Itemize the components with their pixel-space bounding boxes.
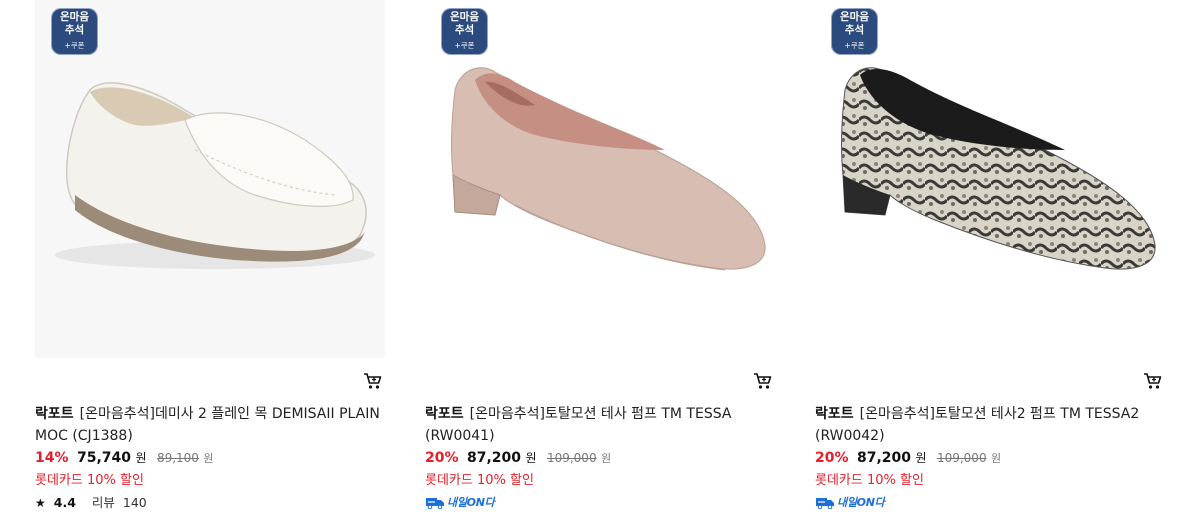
card-promo: 롯데카드 10% 할인 [425,473,534,488]
currency: 원 [525,451,537,465]
tomorrow-delivery-badge: 내일ON다 [815,494,885,510]
review-count: 140 [122,495,147,510]
tomorrow-delivery-badge: 내일ON다 [425,494,495,510]
rating-row: ★ 4.4 리뷰 140 [35,492,147,511]
truck-icon [426,498,444,509]
cart-icon[interactable] [1143,372,1163,390]
delivery-label: 내일ON다 [837,496,885,509]
badge-line2: 추석 [844,24,865,36]
badge-line2: 추석 [64,24,85,36]
star-icon: ★ [35,496,46,510]
original-currency: 원 [601,452,612,465]
original-price: 109,000 [936,451,987,465]
delivery-label: 내일ON다 [447,496,495,509]
cart-icon[interactable] [363,372,383,390]
badge-line2: 추석 [454,24,475,36]
chuseok-coupon-badge: 온마음 추석 +쿠폰 [831,8,878,55]
product-card[interactable]: 온마음 추석 +쿠폰 락포트 [온마음추석]토탈모션 테사 펌프 TM TESSA… [425,0,775,519]
brand-name: 락포트 [35,406,74,422]
chuseok-coupon-badge: 온마음 추석 +쿠폰 [51,8,98,55]
product-name: [온마음추석]토탈모션 테사2 펌프 TM TESSA2 (RW0042) [815,406,1140,444]
discount-rate: 14% [35,450,69,466]
original-price: 89,100 [156,451,199,465]
cart-icon[interactable] [753,372,773,390]
badge-line1: 온마음 [450,11,479,23]
badge-line1: 온마음 [840,11,869,23]
currency: 원 [915,451,927,465]
discount-rate: 20% [815,450,849,466]
brand-name: 락포트 [425,406,464,422]
product-name: [온마음추석]토탈모션 테사 펌프 TM TESSA (RW0041) [425,406,732,444]
sale-price: 87,200 [856,450,911,466]
product-name: [온마음추석]데미사 2 플레인 목 DEMISAII PLAIN MOC (C… [35,406,380,444]
price-row: 14% 75,740 원 89,100 원 [35,449,214,469]
product-card[interactable]: 온마음 추석 +쿠폰 락포트 [온마음추석]데미사 2 플레인 목 DEMISAI… [35,0,385,519]
badge-line1: 온마음 [60,11,89,23]
badge-line3: +쿠폰 [64,41,85,50]
sale-price: 87,200 [466,450,521,466]
price-row: 20% 87,200 원 109,000 원 [425,449,611,469]
card-promo: 롯데카드 10% 할인 [815,473,924,488]
brand-name: 락포트 [815,406,854,422]
badge-line3: +쿠폰 [844,41,865,50]
product-title[interactable]: 락포트 [온마음추석]토탈모션 테사2 펌프 TM TESSA2 (RW0042) [815,403,1165,447]
review-label: 리뷰 [91,495,115,510]
original-currency: 원 [991,452,1002,465]
sale-price: 75,740 [76,450,131,466]
product-title[interactable]: 락포트 [온마음추석]데미사 2 플레인 목 DEMISAII PLAIN MOC… [35,403,385,447]
card-promo: 롯데카드 10% 할인 [35,473,144,488]
chuseok-coupon-badge: 온마음 추석 +쿠폰 [441,8,488,55]
rating-score: 4.4 [53,495,76,510]
product-title[interactable]: 락포트 [온마음추석]토탈모션 테사 펌프 TM TESSA (RW0041) [425,403,775,447]
currency: 원 [135,451,147,465]
price-row: 20% 87,200 원 109,000 원 [815,449,1001,469]
truck-icon [816,498,834,509]
original-currency: 원 [203,452,214,465]
original-price: 109,000 [546,451,597,465]
product-card[interactable]: 온마음 추석 +쿠폰 락포트 [온마음추석]토탈모션 테사2 펌프 TM TESS… [815,0,1165,519]
badge-line3: +쿠폰 [454,41,475,50]
discount-rate: 20% [425,450,459,466]
